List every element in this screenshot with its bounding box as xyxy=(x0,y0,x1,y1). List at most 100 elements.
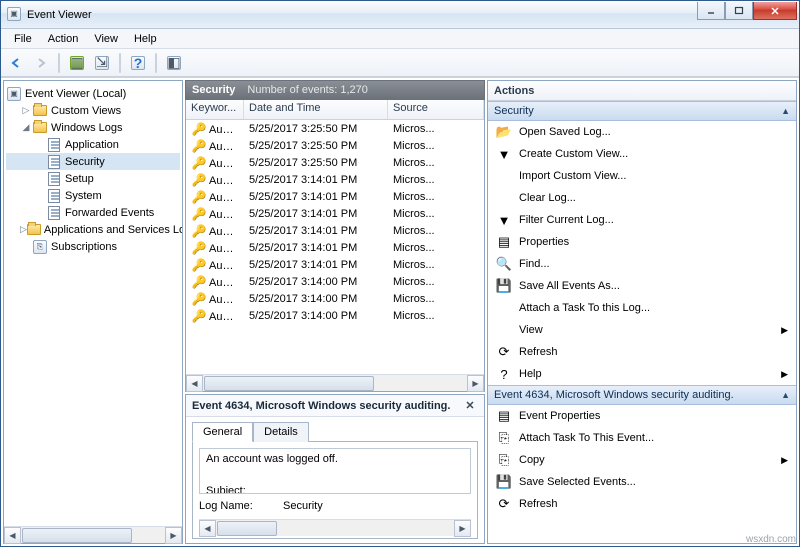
tree-item-custom-views[interactable]: ▷ Custom Views xyxy=(6,102,180,119)
scroll-right-button[interactable]: ▶ xyxy=(165,527,182,544)
blank-icon xyxy=(496,190,512,206)
tree-item-application[interactable]: Application xyxy=(6,136,180,153)
action-save-all-events-as[interactable]: 💾Save All Events As... xyxy=(488,275,796,297)
action-open-saved-log[interactable]: 📂Open Saved Log... xyxy=(488,121,796,143)
menu-action[interactable]: Action xyxy=(41,31,86,47)
twist-icon[interactable]: ◢ xyxy=(20,122,32,133)
event-row[interactable]: 🔑Audi...5/25/2017 3:14:00 PMMicros... xyxy=(186,290,484,307)
show-tree-button[interactable]: ▥ xyxy=(66,52,88,74)
action-clear-log[interactable]: Clear Log... xyxy=(488,187,796,209)
scroll-thumb[interactable] xyxy=(204,376,374,391)
tree-root[interactable]: ▣ Event Viewer (Local) xyxy=(6,85,180,102)
event-row[interactable]: 🔑Audi...5/25/2017 3:14:01 PMMicros... xyxy=(186,239,484,256)
tree-hscrollbar[interactable]: ◀ ▶ xyxy=(4,526,182,543)
col-keywords[interactable]: Keywor... xyxy=(186,100,244,119)
scroll-left-button[interactable]: ◀ xyxy=(199,520,216,537)
tree-item-label: Custom Views xyxy=(51,105,121,117)
tree-item-subscriptions[interactable]: ⎘Subscriptions xyxy=(6,238,180,255)
detail-header: Event 4634, Microsoft Windows security a… xyxy=(186,395,484,417)
action-filter-current-log[interactable]: ▼Filter Current Log... xyxy=(488,209,796,231)
log-icon xyxy=(46,137,62,153)
grid-body[interactable]: 🔑Audi...5/25/2017 3:25:50 PMMicros...🔑Au… xyxy=(186,120,484,374)
tab-details[interactable]: Details xyxy=(253,422,309,442)
forward-button[interactable] xyxy=(30,52,52,74)
back-button[interactable] xyxy=(5,52,27,74)
event-message[interactable]: An account was logged off. Subject: xyxy=(199,448,471,494)
col-source[interactable]: Source xyxy=(388,100,484,119)
detail-close-button[interactable]: ✕ xyxy=(462,398,478,414)
menu-view[interactable]: View xyxy=(87,31,125,47)
app-icon: ▣ xyxy=(7,7,23,23)
scroll-thumb[interactable] xyxy=(217,521,277,536)
find-icon: 🔍 xyxy=(496,256,512,272)
event-row[interactable]: 🔑Audi...5/25/2017 3:14:01 PMMicros... xyxy=(186,222,484,239)
submenu-arrow-icon: ▶ xyxy=(781,325,788,336)
event-row[interactable]: 🔑Audi...5/25/2017 3:25:50 PMMicros... xyxy=(186,120,484,137)
scroll-right-button[interactable]: ▶ xyxy=(467,375,484,392)
action-help[interactable]: ?Help▶ xyxy=(488,363,796,385)
event-row[interactable]: 🔑Audi...5/25/2017 3:14:01 PMMicros... xyxy=(186,188,484,205)
action-refresh[interactable]: ⟳Refresh xyxy=(488,341,796,363)
tree-item-windows-logs[interactable]: ◢Windows Logs xyxy=(6,119,180,136)
menu-file[interactable]: File xyxy=(7,31,39,47)
cell-source: Micros... xyxy=(388,208,484,220)
event-row[interactable]: 🔑Audi...5/25/2017 3:14:00 PMMicros... xyxy=(186,307,484,324)
detail-hscrollbar[interactable]: ◀ ▶ xyxy=(199,519,471,536)
help-button[interactable]: ? xyxy=(127,52,149,74)
cell-keywords: 🔑Audi... xyxy=(186,291,244,307)
action-save-selected-events[interactable]: 💾Save Selected Events... xyxy=(488,471,796,493)
tree-item-security[interactable]: Security xyxy=(6,153,180,170)
event-row[interactable]: 🔑Audi...5/25/2017 3:14:01 PMMicros... xyxy=(186,205,484,222)
cell-date: 5/25/2017 3:25:50 PM xyxy=(244,157,388,169)
panel-button[interactable]: ◧ xyxy=(163,52,185,74)
event-row[interactable]: 🔑Audi...5/25/2017 3:14:01 PMMicros... xyxy=(186,171,484,188)
event-row[interactable]: 🔑Audi...5/25/2017 3:14:00 PMMicros... xyxy=(186,273,484,290)
key-icon: 🔑 xyxy=(191,223,207,239)
action-event-properties[interactable]: ▤Event Properties xyxy=(488,405,796,427)
tab-general[interactable]: General xyxy=(192,422,253,442)
menu-help[interactable]: Help xyxy=(127,31,164,47)
tree-item-label: System xyxy=(65,190,102,202)
cell-date: 5/25/2017 3:14:00 PM xyxy=(244,276,388,288)
scroll-left-button[interactable]: ◀ xyxy=(186,375,203,392)
event-row[interactable]: 🔑Audi...5/25/2017 3:25:50 PMMicros... xyxy=(186,137,484,154)
tree-item-setup[interactable]: Setup xyxy=(6,170,180,187)
actions-list-security: 📂Open Saved Log...▼Create Custom View...… xyxy=(488,121,796,385)
window-title: Event Viewer xyxy=(27,9,697,21)
action-view[interactable]: View▶ xyxy=(488,319,796,341)
folder-icon xyxy=(32,103,48,119)
grid-header[interactable]: Keywor... Date and Time Source xyxy=(186,100,484,120)
minimize-button[interactable] xyxy=(697,2,725,20)
grid-hscrollbar[interactable]: ◀ ▶ xyxy=(186,374,484,391)
tree-item-forwarded-events[interactable]: Forwarded Events xyxy=(6,204,180,221)
titlebar[interactable]: ▣ Event Viewer xyxy=(1,1,799,29)
event-row[interactable]: 🔑Audi...5/25/2017 3:25:50 PMMicros... xyxy=(186,154,484,171)
action-label: Copy xyxy=(519,454,545,466)
action-copy[interactable]: ⎘Copy▶ xyxy=(488,449,796,471)
action-attach-a-task-to-this-log[interactable]: Attach a Task To this Log... xyxy=(488,297,796,319)
twist-icon[interactable]: ▷ xyxy=(20,105,32,116)
tree-item-applications-and-services-lo[interactable]: ▷Applications and Services Lo xyxy=(6,221,180,238)
action-import-custom-view[interactable]: Import Custom View... xyxy=(488,165,796,187)
export-button[interactable]: ⇲ xyxy=(91,52,113,74)
tree-item-system[interactable]: System xyxy=(6,187,180,204)
scope-tree[interactable]: ▣ Event Viewer (Local) ▷ Custom Views ◢Win… xyxy=(4,81,182,526)
actions-section-security[interactable]: Security ▲ xyxy=(488,101,796,121)
action-find[interactable]: 🔍Find... xyxy=(488,253,796,275)
scroll-thumb[interactable] xyxy=(22,528,132,543)
col-date[interactable]: Date and Time xyxy=(244,100,388,119)
event-row[interactable]: 🔑Audi...5/25/2017 3:14:01 PMMicros... xyxy=(186,256,484,273)
scroll-right-button[interactable]: ▶ xyxy=(454,520,471,537)
close-button[interactable] xyxy=(753,2,797,20)
twist-icon[interactable]: ▷ xyxy=(20,224,27,235)
action-label: Save Selected Events... xyxy=(519,476,636,488)
scroll-left-button[interactable]: ◀ xyxy=(4,527,21,544)
action-create-custom-view[interactable]: ▼Create Custom View... xyxy=(488,143,796,165)
action-attach-task-to-this-event[interactable]: ⎘Attach Task To This Event... xyxy=(488,427,796,449)
actions-section-event[interactable]: Event 4634, Microsoft Windows security a… xyxy=(488,385,796,405)
cell-date: 5/25/2017 3:25:50 PM xyxy=(244,123,388,135)
maximize-button[interactable] xyxy=(725,2,753,20)
menubar: File Action View Help xyxy=(1,29,799,49)
action-properties[interactable]: ▤Properties xyxy=(488,231,796,253)
action-refresh[interactable]: ⟳Refresh xyxy=(488,493,796,515)
